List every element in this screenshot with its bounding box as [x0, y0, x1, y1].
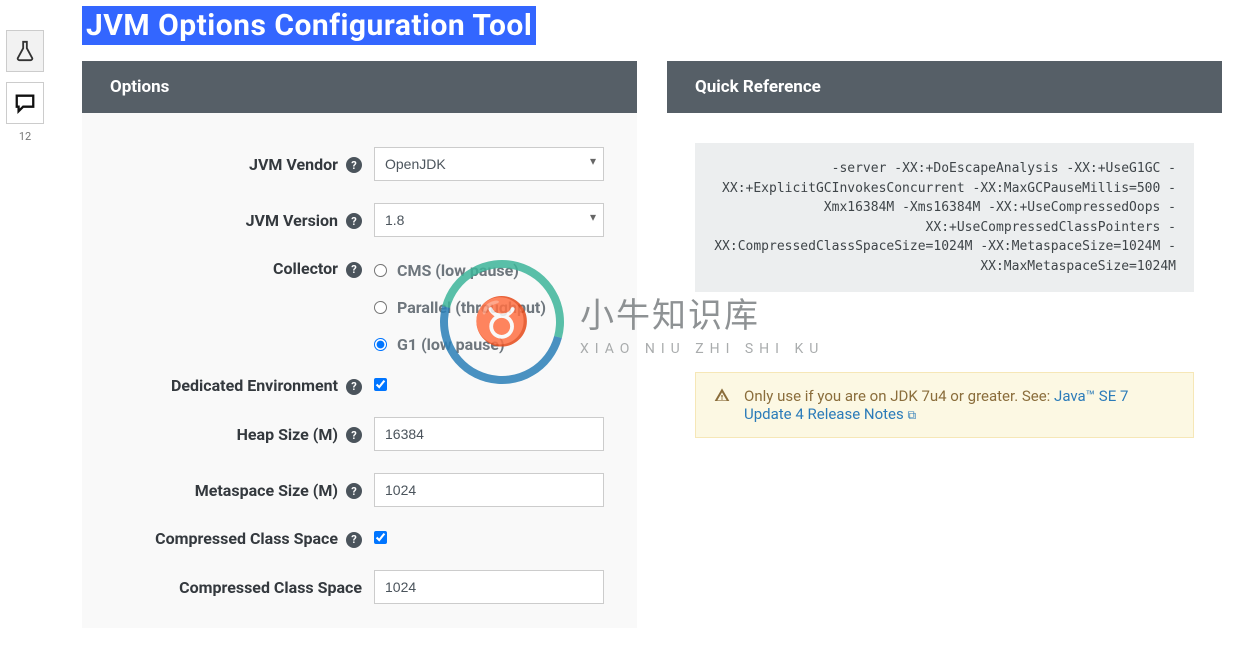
options-panel-header: Options: [82, 61, 637, 113]
warning-icon: [714, 387, 730, 423]
heap-input[interactable]: [374, 417, 604, 451]
alert-box: Only use if you are on JDK 7u4 or greate…: [695, 372, 1194, 438]
version-select[interactable]: 1.8: [374, 203, 604, 237]
ccs-enable-checkbox[interactable]: [374, 531, 387, 544]
collector-label: Collector ?: [114, 259, 374, 278]
help-icon[interactable]: ?: [346, 427, 362, 443]
options-panel: Options JVM Vendor ? OpenJDK JVM: [82, 61, 637, 628]
dedicated-checkbox[interactable]: [374, 378, 387, 391]
ccs-size-label: Compressed Class Space: [114, 578, 374, 597]
vendor-select[interactable]: OpenJDK: [374, 147, 604, 181]
metaspace-input[interactable]: [374, 473, 604, 507]
help-icon[interactable]: ?: [346, 157, 362, 173]
flask-icon: [14, 38, 36, 64]
comment-count: 12: [6, 130, 44, 143]
collector-g1-radio[interactable]: G1 (low pause): [374, 335, 546, 354]
comment-button[interactable]: [6, 82, 44, 124]
ccs-enable-label: Compressed Class Space ?: [114, 529, 374, 548]
page-title: JVM Options Configuration Tool: [82, 6, 536, 45]
alert-text: Only use if you are on JDK 7u4 or greate…: [744, 387, 1175, 423]
collector-parallel-radio[interactable]: Parallel (throughput): [374, 298, 546, 317]
dedicated-label: Dedicated Environment ?: [114, 376, 374, 395]
help-icon[interactable]: ?: [346, 483, 362, 499]
collector-cms-radio[interactable]: CMS (low pause): [374, 261, 546, 280]
vendor-label: JVM Vendor ?: [114, 155, 374, 174]
help-icon[interactable]: ?: [346, 262, 362, 278]
version-label: JVM Version ?: [114, 211, 374, 230]
heap-label: Heap Size (M) ?: [114, 425, 374, 444]
help-icon[interactable]: ?: [346, 213, 362, 229]
flask-button[interactable]: [6, 30, 44, 72]
reference-panel: Quick Reference -server -XX:+DoEscapeAna…: [667, 61, 1222, 628]
reference-panel-header: Quick Reference: [667, 61, 1222, 113]
left-sidebar: 12: [6, 30, 44, 143]
comment-icon: [14, 90, 36, 116]
external-link-icon: ⧉: [907, 408, 916, 422]
metaspace-label: Metaspace Size (M) ?: [114, 481, 374, 500]
reference-output: -server -XX:+DoEscapeAnalysis -XX:+UseG1…: [695, 143, 1194, 292]
help-icon[interactable]: ?: [346, 532, 362, 548]
ccs-size-input[interactable]: [374, 570, 604, 604]
content: JVM Options Configuration Tool Options J…: [82, 6, 1222, 628]
help-icon[interactable]: ?: [346, 379, 362, 395]
